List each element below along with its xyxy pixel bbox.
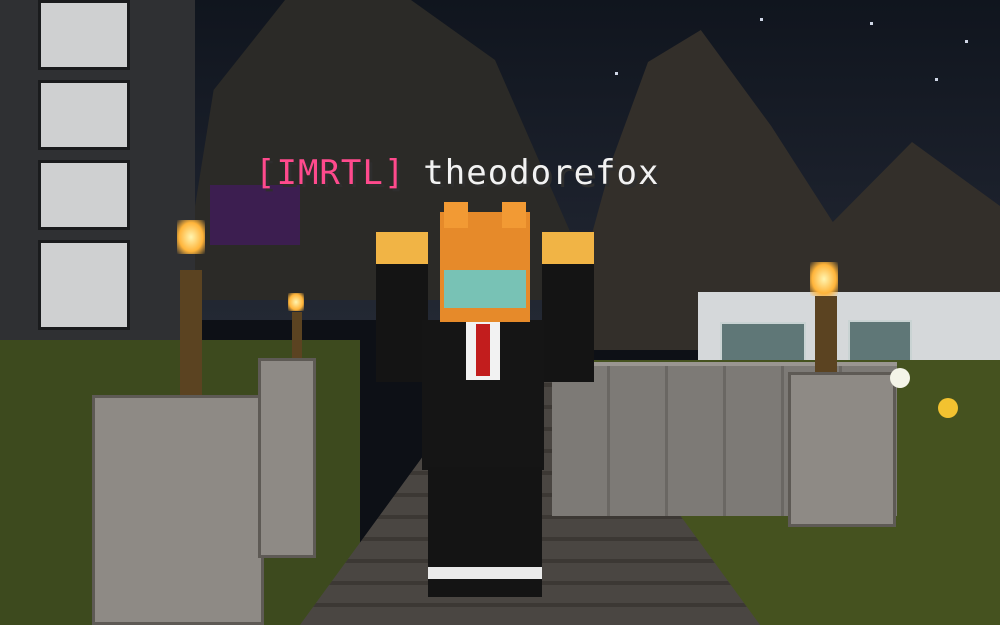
building-window	[38, 240, 130, 330]
stone-building	[0, 0, 195, 340]
stone-pillar	[258, 358, 316, 558]
daisy-flower-icon	[890, 368, 910, 388]
player-left-arm	[376, 232, 428, 382]
player-username: theodorefox	[423, 153, 660, 193]
player-suit	[422, 320, 544, 470]
torch	[292, 312, 302, 358]
stone-pillar	[788, 372, 896, 527]
player-right-leg	[484, 467, 542, 597]
building-window	[38, 160, 130, 230]
player-right-arm	[542, 232, 594, 382]
building-window	[38, 0, 130, 70]
star	[965, 40, 968, 43]
stone-pillar	[92, 395, 264, 625]
star	[935, 78, 938, 81]
player-right-hand	[542, 232, 594, 264]
torch-flame-icon	[177, 220, 205, 254]
torch	[180, 270, 202, 395]
torch	[815, 296, 837, 372]
star	[615, 72, 618, 75]
rank-prefix: [IMRTL]	[255, 153, 406, 193]
face-mask	[444, 270, 526, 308]
player-left-leg	[428, 467, 486, 597]
player-nametag: [IMRTL] theodorefox	[255, 150, 659, 196]
torch-flame-icon	[288, 293, 304, 311]
player-fox-head	[440, 202, 530, 322]
star	[760, 18, 763, 21]
torch-flame-icon	[810, 262, 838, 296]
dandelion-flower-icon	[938, 398, 958, 418]
player-character[interactable]	[370, 202, 600, 597]
game-viewport[interactable]: [IMRTL] theodorefox	[0, 0, 1000, 625]
fox-ear	[502, 202, 526, 228]
building-window	[38, 80, 130, 150]
fox-ear	[444, 202, 468, 228]
pant-cuff	[428, 567, 486, 579]
player-tie	[476, 324, 490, 376]
player-left-hand	[376, 232, 428, 264]
pant-cuff	[484, 567, 542, 579]
star	[870, 22, 873, 25]
